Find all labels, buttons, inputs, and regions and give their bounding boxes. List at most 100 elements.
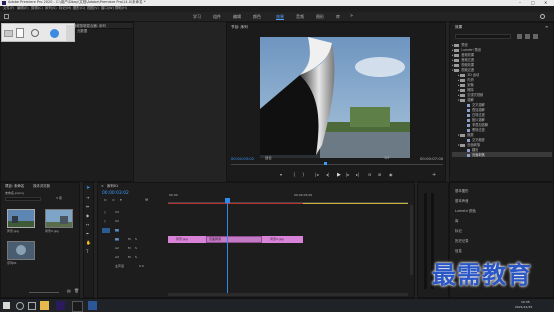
track-label[interactable]: A1 bbox=[115, 238, 119, 241]
tree-item[interactable]: 交叉缩放 bbox=[467, 137, 552, 142]
tree-item[interactable]: 叠加溶解 bbox=[467, 107, 552, 112]
task-view-icon[interactable] bbox=[28, 302, 36, 310]
fit-dropdown[interactable]: 适合 bbox=[265, 156, 272, 160]
mute-button[interactable]: M bbox=[128, 247, 131, 250]
effects-panel-tab[interactable]: 效果 bbox=[455, 25, 462, 30]
tab-audio-mixer[interactable]: 音频剪辑混合器: 序列 bbox=[73, 24, 106, 28]
export-frame-icon[interactable]: ◉ bbox=[389, 173, 393, 177]
menu-file[interactable]: 文件(F) bbox=[3, 6, 14, 10]
transition-block[interactable]: 页面剥落 bbox=[206, 236, 262, 243]
menu-clip[interactable]: 剪辑(C) bbox=[31, 6, 43, 10]
track-label[interactable]: A3 bbox=[115, 256, 119, 259]
tree-item[interactable]: ▸ 沉浸式视频 bbox=[458, 92, 552, 96]
lock-icon[interactable]: ▯ bbox=[104, 211, 106, 214]
zoom-icon[interactable] bbox=[31, 29, 39, 37]
project-zoom-slider[interactable] bbox=[29, 292, 59, 293]
sequence-item-label[interactable]: 序列01 bbox=[7, 262, 17, 265]
step-back-icon[interactable]: ◂| bbox=[326, 173, 329, 177]
workspaces-overflow-icon[interactable]: » bbox=[350, 14, 353, 19]
scroll-arrows[interactable] bbox=[66, 25, 74, 41]
pen-tool-icon[interactable]: ✒ bbox=[86, 232, 89, 236]
workspace-graphics[interactable]: 图形 bbox=[316, 15, 324, 19]
snap-icon[interactable]: ⊏ bbox=[104, 198, 107, 203]
folder-icon[interactable] bbox=[4, 30, 13, 37]
document-icon[interactable] bbox=[16, 28, 24, 38]
tree-item[interactable]: ▸ 预设 bbox=[452, 42, 552, 46]
solo-button[interactable]: S bbox=[135, 238, 137, 241]
track-label[interactable]: A2 bbox=[115, 247, 119, 250]
close-tab-icon[interactable]: × bbox=[101, 184, 104, 188]
mark-out-icon[interactable]: } bbox=[302, 173, 305, 177]
menu-window[interactable]: 窗口(W) bbox=[101, 6, 114, 10]
track-select-tool-icon[interactable]: ⇥ bbox=[86, 196, 89, 200]
tree-item[interactable]: ▸ 内滑 bbox=[458, 77, 552, 81]
linked-selection-icon[interactable]: ∞ bbox=[112, 198, 115, 203]
add-marker-icon[interactable]: ▾ bbox=[120, 198, 122, 203]
record-icon[interactable] bbox=[50, 29, 59, 38]
tree-item[interactable]: 非叠加溶解 bbox=[467, 122, 552, 127]
track-label[interactable]: V3 bbox=[115, 211, 119, 214]
solo-button[interactable]: S bbox=[135, 256, 137, 259]
go-to-in-icon[interactable]: |◂ bbox=[315, 173, 318, 177]
menu-marker[interactable]: 标记(M) bbox=[59, 6, 71, 10]
panel-item-libraries[interactable]: 库 bbox=[455, 219, 458, 223]
tree-item[interactable]: ▾ 缩放 bbox=[458, 132, 552, 136]
monitor-scrubber[interactable] bbox=[231, 164, 443, 165]
trash-icon[interactable]: 🗑 bbox=[74, 289, 79, 293]
panel-item-essential-sound[interactable]: 基本声音 bbox=[455, 199, 469, 203]
solo-button[interactable]: S bbox=[135, 247, 137, 250]
media-thumbnail[interactable] bbox=[45, 209, 73, 228]
lock-icon[interactable]: ▯ bbox=[104, 220, 106, 223]
effects-search-input[interactable] bbox=[455, 34, 511, 39]
tree-item[interactable]: 交叉溶解 bbox=[467, 102, 552, 107]
panel-item-history[interactable]: 历史记录 bbox=[455, 239, 469, 243]
accelerated-filter-icon[interactable] bbox=[517, 34, 522, 39]
mute-button[interactable]: M bbox=[128, 256, 131, 259]
tree-item-selected[interactable]: 页面剥落 bbox=[452, 152, 552, 157]
media-item-label[interactable]: 风景2.jpg bbox=[45, 230, 59, 233]
menu-edit[interactable]: 编辑(E) bbox=[17, 6, 29, 10]
workspace-color[interactable]: 颜色 bbox=[253, 15, 261, 19]
menu-view[interactable]: 视图(V) bbox=[87, 6, 99, 10]
master-volume[interactable]: 0.0 bbox=[139, 265, 144, 268]
tree-item[interactable]: ▸ 音频效果 bbox=[452, 52, 552, 56]
razor-tool-icon[interactable]: ◆ bbox=[86, 214, 89, 218]
tree-item[interactable]: ▸ 擦除 bbox=[458, 87, 552, 91]
monitor-playhead[interactable] bbox=[324, 162, 327, 165]
menu-help[interactable]: 帮助(H) bbox=[115, 6, 127, 10]
workspace-editing[interactable]: 编辑 bbox=[233, 15, 241, 19]
program-monitor-tab[interactable]: 节目: 序列 bbox=[231, 25, 248, 30]
wrench-icon[interactable]: ⚒ bbox=[145, 198, 148, 203]
ripple-edit-tool-icon[interactable]: ⇹ bbox=[86, 205, 89, 209]
tree-item[interactable]: ▸ 视频效果 bbox=[452, 62, 552, 66]
panel-item-essential-graphics[interactable]: 基本图形 bbox=[455, 189, 469, 193]
timeline-clip[interactable]: 风景.jpg bbox=[168, 236, 206, 243]
32bit-filter-icon[interactable] bbox=[525, 34, 530, 39]
add-button-icon[interactable]: + bbox=[432, 173, 436, 178]
timeline-tab[interactable]: 序列01 bbox=[107, 184, 118, 188]
tree-item[interactable]: 黑场过渡 bbox=[467, 127, 552, 132]
premiere-taskbar-icon[interactable] bbox=[56, 301, 65, 310]
panel-item-markers[interactable]: 标记 bbox=[455, 229, 462, 233]
tree-item[interactable]: ▸ Lumetri 预设 bbox=[452, 47, 552, 51]
panel-menu-icon[interactable]: ≡ bbox=[545, 25, 548, 29]
workspace-learn[interactable]: 学习 bbox=[193, 15, 201, 19]
start-button-icon[interactable] bbox=[3, 302, 10, 309]
track-label[interactable]: V2 bbox=[115, 220, 119, 223]
source-patch-v1[interactable] bbox=[102, 228, 110, 233]
resolution-dropdown[interactable]: 1/2 bbox=[384, 156, 389, 160]
home-icon[interactable] bbox=[4, 14, 9, 19]
extract-icon[interactable]: ⊞ bbox=[378, 173, 381, 177]
workspace-libraries[interactable]: 库 bbox=[336, 15, 340, 19]
media-item-label[interactable]: 风景.jpg bbox=[7, 230, 19, 233]
timeline-timecode[interactable]: 00:00:03:02 bbox=[102, 191, 129, 196]
tree-item[interactable]: ▾ 溶解 bbox=[458, 97, 552, 101]
panel-item-lumetri-color[interactable]: Lumetri 颜色 bbox=[455, 209, 476, 213]
program-timecode[interactable]: 00:00:03:02 bbox=[231, 157, 254, 161]
project-search-input[interactable] bbox=[5, 197, 41, 201]
step-forward-icon[interactable]: |▸ bbox=[346, 173, 349, 177]
slip-tool-icon[interactable]: ↔ bbox=[86, 223, 89, 227]
go-to-out-icon[interactable]: ▸| bbox=[356, 173, 359, 177]
minimize-button[interactable]: – bbox=[519, 0, 521, 5]
file-explorer-icon[interactable] bbox=[40, 301, 49, 310]
